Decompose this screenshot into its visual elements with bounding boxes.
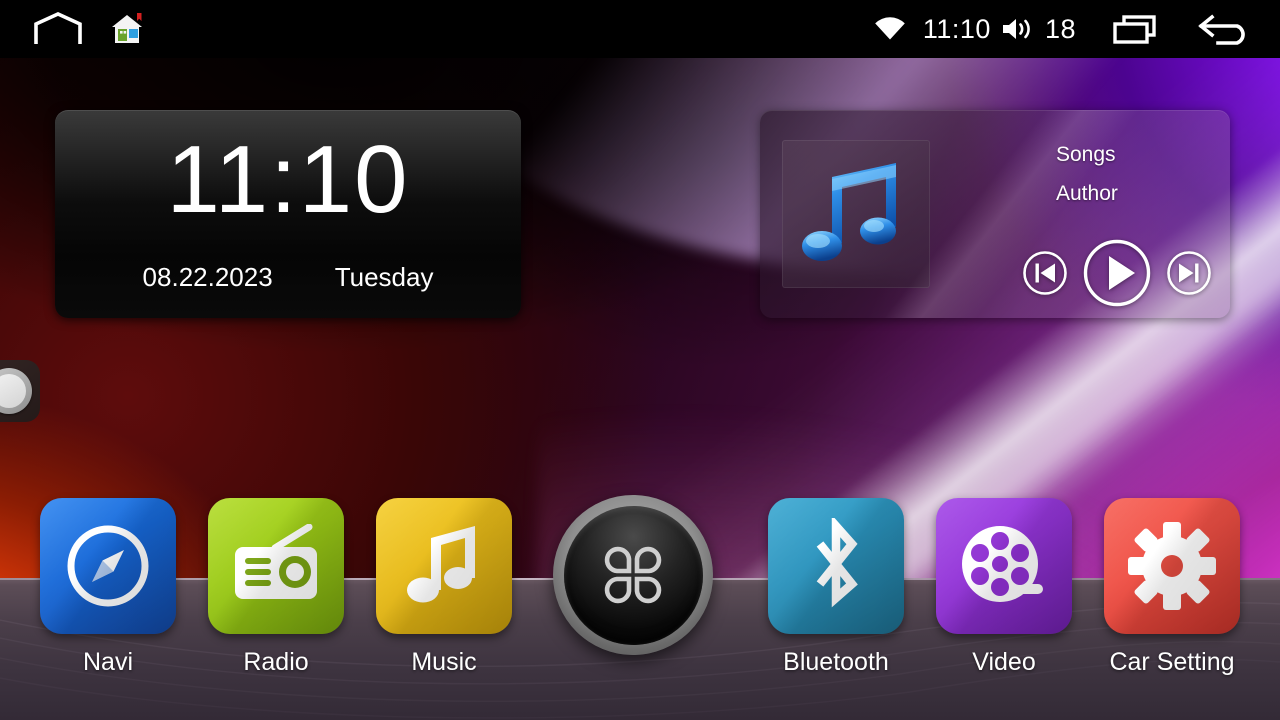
home-outline-icon[interactable] [34,12,82,46]
clock-widget-weekday: Tuesday [334,262,434,292]
knob-inner [0,374,26,408]
music-player-widget[interactable]: Songs Author [760,110,1230,318]
volume-icon[interactable] [1000,15,1036,43]
dock-label-radio: Radio [243,648,309,676]
radio-icon [235,524,317,599]
radio-tile[interactable] [208,498,344,634]
music-note-icon [802,163,896,261]
app-drawer-button[interactable] [553,495,713,655]
rotary-knob-widget[interactable] [0,360,40,422]
film-reel-icon [962,526,1043,602]
album-art[interactable] [782,140,930,288]
dock-label-video: Video [972,648,1036,676]
wifi-icon [873,15,907,43]
music-metadata: Songs Author [1056,144,1118,204]
compass-icon [67,525,149,607]
house-app-icon[interactable] [110,12,144,46]
app-grid-icon [604,546,662,604]
dock-item-video[interactable]: Video [934,498,1074,677]
dock-label-music: Music [411,648,477,676]
dock-label-navi: Navi [82,648,133,676]
previous-track-button[interactable] [1022,250,1068,296]
clock-widget[interactable]: 11:10 08.22.2023 Tuesday [55,110,521,318]
knob-ring [0,368,32,414]
car-setting-tile[interactable] [1104,498,1240,634]
clock-widget-date-row: 08.22.2023 Tuesday [55,262,521,293]
home-screen: 11:10 18 11:10 08.22.2023 Tuesday Songs … [0,0,1280,720]
dock-item-radio[interactable]: Radio [206,498,346,677]
clock-widget-date: 08.22.2023 [142,262,273,292]
dock-item-music[interactable]: Music [374,498,514,677]
dock-item-navi[interactable]: Navi [38,498,178,677]
gear-icon [1128,522,1216,610]
music-tile[interactable] [376,498,512,634]
next-track-button[interactable] [1166,250,1212,296]
bluetooth-tile[interactable] [768,498,904,634]
dock-item-bluetooth[interactable]: Bluetooth [766,498,906,677]
video-tile[interactable] [936,498,1072,634]
music-author: Author [1056,182,1118,205]
play-button[interactable] [1082,238,1152,308]
dock-item-car-setting[interactable]: Car Setting [1102,498,1242,677]
bluetooth-icon [816,518,858,608]
music-title: Songs [1056,143,1116,166]
music-note-icon [407,526,475,603]
music-transport-controls [1022,238,1212,308]
clock-widget-time: 11:10 [166,126,410,233]
dock-label-car-setting: Car Setting [1109,648,1235,676]
volume-level: 18 [1044,13,1076,44]
recents-icon[interactable] [1110,12,1162,46]
back-icon[interactable] [1196,11,1254,47]
app-drawer-face [563,505,703,645]
status-bar-left [0,0,144,58]
navi-tile[interactable] [40,498,176,634]
status-bar-right: 11:10 18 [873,0,1254,58]
dock-label-bluetooth: Bluetooth [783,648,889,676]
status-bar-clock: 11:10 [922,13,991,44]
status-bar: 11:10 18 [0,0,1280,58]
